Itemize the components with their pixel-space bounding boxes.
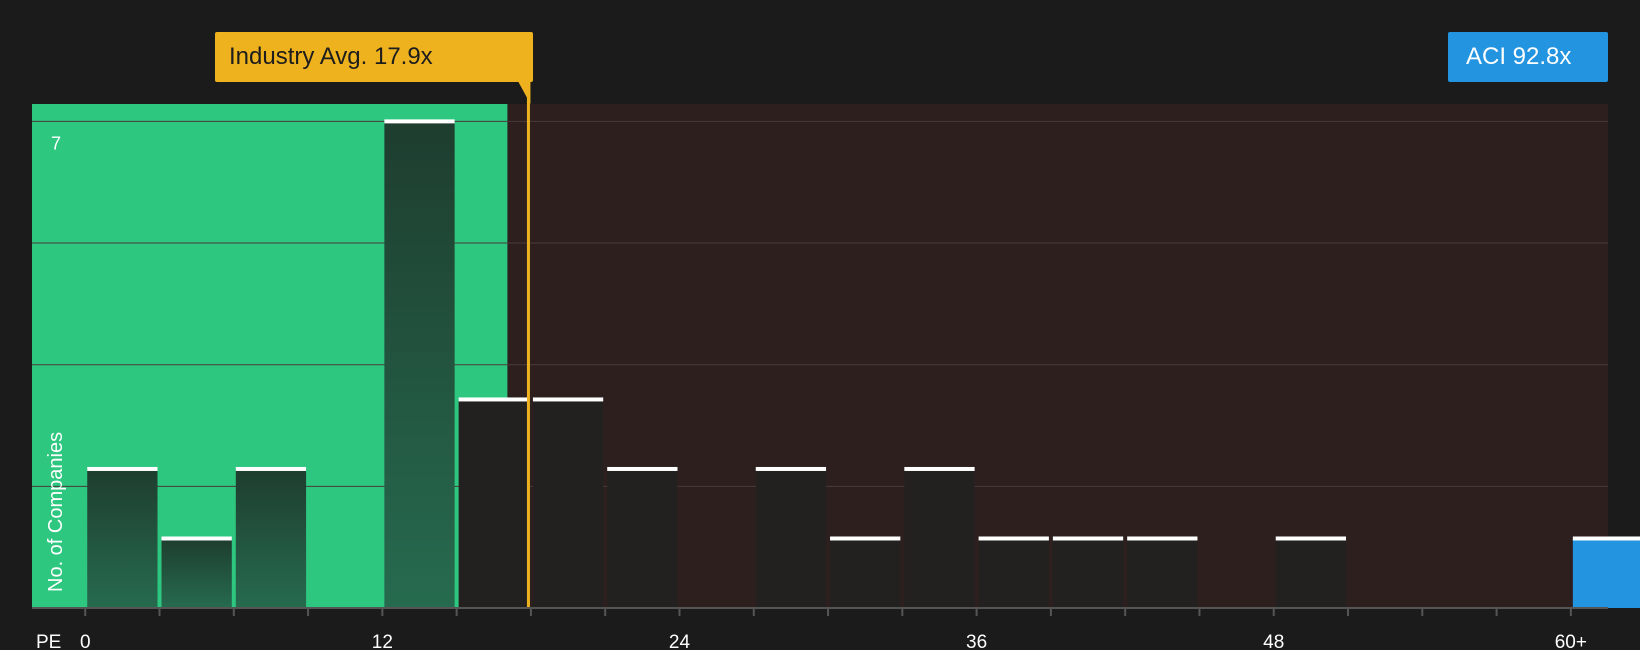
histogram-bar xyxy=(1275,538,1347,608)
x-tick-label: 12 xyxy=(372,632,393,650)
histogram-bar xyxy=(161,538,232,608)
histogram-bar xyxy=(1052,538,1124,608)
bar-cap xyxy=(384,119,455,124)
x-tick-label: 60+ xyxy=(1555,632,1587,650)
x-tick-label: 48 xyxy=(1263,632,1284,650)
bar-cap xyxy=(755,466,827,471)
bar-cap xyxy=(830,536,901,541)
pe-distribution-chart: 0 12 24 36 48 60+ PE 7 No. of Companies Industry… xyxy=(0,0,1640,650)
bar-cap xyxy=(161,536,232,541)
bar-cap xyxy=(87,466,158,471)
bar-cap xyxy=(458,397,529,402)
bar-cap xyxy=(978,536,1049,541)
industry-badge-pointer xyxy=(518,82,531,104)
histogram-bar xyxy=(87,468,158,608)
histogram-bar xyxy=(532,399,604,608)
histogram-bar xyxy=(904,468,975,608)
bar-cap xyxy=(235,466,307,471)
histogram-bar xyxy=(384,121,455,609)
histogram-bar xyxy=(978,538,1049,608)
histogram-bar xyxy=(235,468,307,608)
histogram-bar xyxy=(1127,538,1198,608)
industry-average-badge: Industry Avg. 17.9x xyxy=(215,32,533,82)
company-bar xyxy=(1572,538,1640,608)
bar-cap xyxy=(607,466,678,471)
x-tick-label: 0 xyxy=(80,632,91,650)
company-pe-badge: ACI 92.8x xyxy=(1448,32,1608,82)
bar-cap xyxy=(1127,536,1198,541)
y-axis-title: No. of Companies xyxy=(45,432,67,592)
x-tick-label: 36 xyxy=(966,632,987,650)
histogram-bar xyxy=(458,399,529,608)
x-axis-title: PE xyxy=(36,632,61,650)
bar-cap xyxy=(1572,536,1640,541)
histogram-bar xyxy=(607,468,678,608)
bar-cap xyxy=(904,466,975,471)
bar-cap xyxy=(1275,536,1347,541)
x-tick-label: 24 xyxy=(669,632,691,650)
histogram-bar xyxy=(755,468,827,608)
bar-cap xyxy=(532,397,604,402)
histogram-bar xyxy=(830,538,901,608)
chart-canvas: 0 12 24 36 48 60+ PE 7 No. of Companies xyxy=(32,82,1640,650)
y-tick-label: 7 xyxy=(51,133,61,153)
bar-cap xyxy=(1052,536,1124,541)
